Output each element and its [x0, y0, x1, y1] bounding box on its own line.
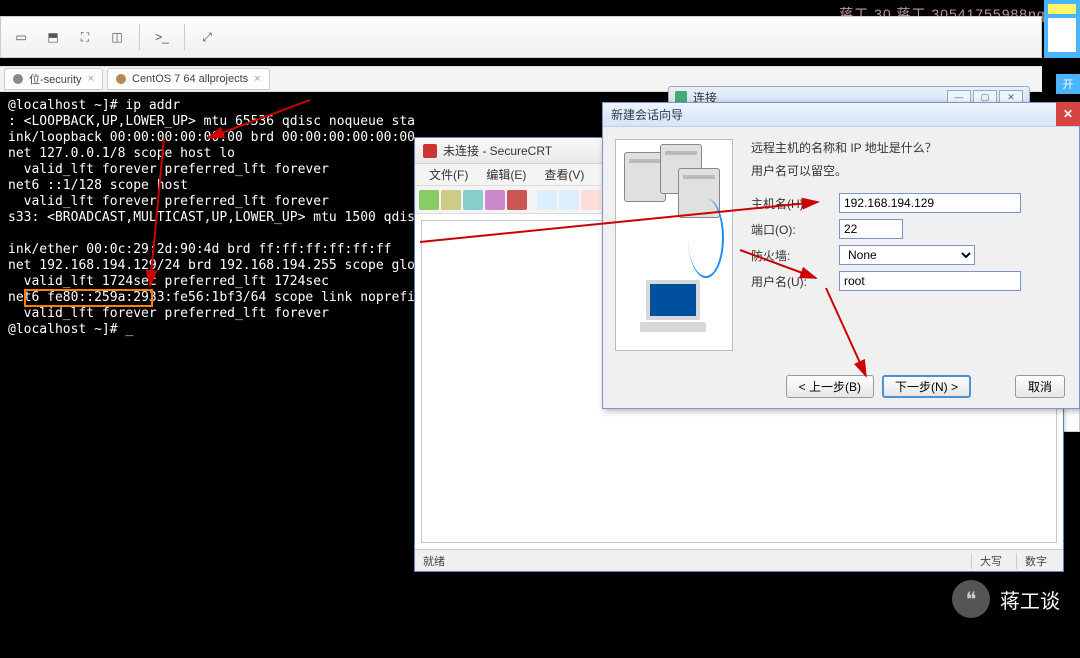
ip-highlight-box: [24, 289, 153, 307]
menu-file[interactable]: 文件(F): [421, 164, 476, 185]
menu-view[interactable]: 查看(V): [536, 164, 592, 185]
securecrt-statusbar: 就绪 大写 数字: [415, 549, 1063, 571]
securecrt-app-icon: [423, 144, 437, 158]
tab-centos[interactable]: CentOS 7 64 allprojects ×: [107, 68, 270, 90]
tb-icon[interactable]: [463, 190, 483, 210]
tb-icon[interactable]: [507, 190, 527, 210]
host-input[interactable]: [839, 193, 1021, 213]
wizard-heading: 远程主机的名称和 IP 地址是什么？: [751, 139, 1067, 156]
securecrt-title: 未连接 - SecureCRT: [443, 142, 552, 159]
port-label: 端口(O):: [751, 221, 835, 238]
next-button[interactable]: 下一步(N) >: [882, 375, 971, 398]
tab-label: CentOS 7 64 allprojects: [132, 73, 248, 85]
wizard-form: 远程主机的名称和 IP 地址是什么？ 用户名可以留空。 主机名(H): 端口(O…: [751, 139, 1067, 351]
tb-icon[interactable]: [581, 190, 601, 210]
tb-icon[interactable]: [485, 190, 505, 210]
tab-security[interactable]: 位-security ×: [4, 68, 103, 90]
tab-label: 位-security: [29, 71, 82, 87]
toolbar-panel-crop-icon[interactable]: ◫: [103, 23, 131, 51]
tb-icon[interactable]: [559, 190, 579, 210]
new-session-wizard: 新建会话向导 ✕ 远程主机的名称和 IP 地址是什么？ 用户名可以留空。 主机名…: [602, 102, 1080, 409]
firewall-label: 防火墙:: [751, 247, 835, 264]
toolbar-separator: [139, 24, 140, 50]
toolbar-terminal-icon[interactable]: >_: [148, 23, 176, 51]
status-ready: 就绪: [423, 553, 445, 569]
host-label: 主机名(H):: [751, 195, 835, 212]
tab-close-icon[interactable]: ×: [88, 73, 94, 85]
wizard-buttons: < 上一步(B) 下一步(N) > 取消: [603, 375, 1079, 398]
cancel-button[interactable]: 取消: [1015, 375, 1065, 398]
tab-icon: [13, 74, 23, 84]
brand-watermark: ❝ 蒋工谈: [952, 580, 1060, 618]
toolbar-panel-fit-icon[interactable]: ⛶: [71, 23, 99, 51]
tab-icon: [116, 74, 126, 84]
toolbar-expand-icon[interactable]: ⤢: [193, 23, 221, 51]
wizard-close-icon[interactable]: ✕: [1056, 102, 1080, 126]
username-input[interactable]: [839, 271, 1021, 291]
tab-close-icon[interactable]: ×: [254, 73, 260, 85]
host-toolbar: ▭ ⬒ ⛶ ◫ >_ ⤢: [0, 16, 1042, 58]
tb-icon[interactable]: [537, 190, 557, 210]
wizard-title: 新建会话向导: [611, 106, 683, 123]
firewall-select[interactable]: None: [839, 245, 975, 265]
brand-icon: ❝: [952, 580, 990, 618]
right-panel-open[interactable]: 开: [1056, 74, 1080, 94]
username-label: 用户名(U):: [751, 273, 835, 290]
port-input[interactable]: [839, 219, 903, 239]
wizard-subheading: 用户名可以留空。: [751, 162, 1067, 179]
menu-edit[interactable]: 编辑(E): [478, 164, 534, 185]
toolbar-panel-single-icon[interactable]: ▭: [7, 23, 35, 51]
wizard-illustration: [615, 139, 733, 351]
wizard-titlebar: 新建会话向导: [603, 103, 1079, 127]
status-caps: 大写: [971, 553, 1010, 569]
tb-icon[interactable]: [419, 190, 439, 210]
back-button[interactable]: < 上一步(B): [786, 375, 874, 398]
toolbar-separator: [184, 24, 185, 50]
status-num: 数字: [1016, 553, 1055, 569]
right-panel-top: [1044, 0, 1080, 58]
brand-name: 蒋工谈: [1000, 585, 1060, 614]
tb-icon[interactable]: [441, 190, 461, 210]
toolbar-panel-split-icon[interactable]: ⬒: [39, 23, 67, 51]
